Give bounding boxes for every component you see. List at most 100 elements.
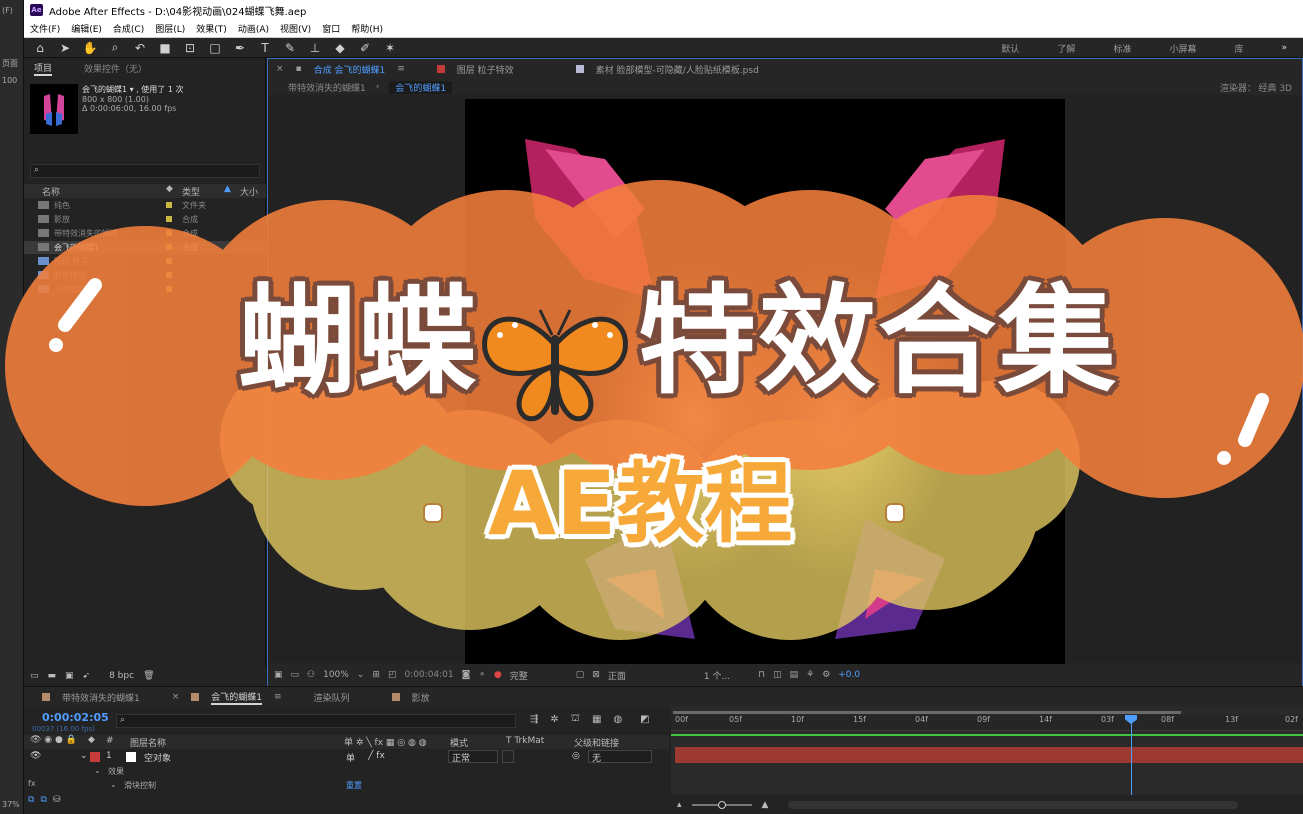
close-icon[interactable]: ×	[172, 692, 180, 702]
always-preview-icon[interactable]: ▣	[274, 670, 283, 680]
layer-row[interactable]: 👁 ⌄ 1 空对象 单 ╱ fx 正常 ◎ 无	[24, 749, 669, 765]
time-ruler[interactable]: 00f 05f 10f 15f 04f 09f 14f 03f 08f 13f …	[671, 715, 1303, 731]
pen-tool-icon[interactable]: ✒	[232, 40, 248, 56]
snapshot-region-icon[interactable]: ◰	[388, 670, 397, 680]
timeline-graph[interactable]: 00f 05f 10f 15f 04f 09f 14f 03f 08f 13f …	[671, 707, 1303, 814]
roto-brush-tool-icon[interactable]: ✐	[357, 40, 373, 56]
flow-current-comp[interactable]: 会飞的蝴蝶1	[389, 80, 453, 94]
view-select[interactable]: 正面	[608, 669, 626, 682]
effects-group-row[interactable]: ⌄ 效果	[24, 765, 669, 779]
color-channel-icon[interactable]: ●	[494, 670, 502, 680]
selection-tool-icon[interactable]: ➤	[57, 40, 73, 56]
timeline-tab-4[interactable]: 影放	[412, 691, 430, 704]
toggle-pixel-aspect-icon[interactable]: ⊓	[758, 670, 765, 680]
reset-exposure-icon[interactable]: ⚙	[822, 670, 830, 680]
clone-stamp-tool-icon[interactable]: ⊥	[307, 40, 323, 56]
project-item[interactable]: 图层 粒子	[24, 255, 266, 268]
flow-parent-comp[interactable]: 带特效消失的蝴蝶1	[288, 81, 366, 94]
project-search-input[interactable]: ⌕	[30, 164, 260, 178]
tab-composition[interactable]: 合成 会飞的蝴蝶1	[314, 63, 386, 76]
hand-tool-icon[interactable]: ✋	[82, 40, 98, 56]
menu-window[interactable]: 窗口	[322, 22, 340, 35]
menu-help[interactable]: 帮助(H)	[351, 22, 383, 35]
reset-link[interactable]: 重置	[346, 780, 362, 791]
draft-3d-icon[interactable]: ✲	[550, 714, 558, 725]
parent-select[interactable]: 无	[588, 750, 652, 764]
layer-label-color[interactable]	[90, 752, 100, 762]
menu-icon[interactable]: ≡	[397, 64, 405, 74]
timeline-link-icon[interactable]: ▤	[790, 670, 799, 680]
zoom-in-icon[interactable]: ▲	[762, 800, 769, 810]
camera-tool-icon[interactable]: ■	[157, 40, 173, 56]
layer-name[interactable]: 空对象	[144, 751, 171, 764]
project-item[interactable]: 人脸贴纸	[24, 283, 266, 296]
project-item[interactable]: 带特效消失的蝴蝶 合成	[24, 227, 266, 240]
current-time[interactable]: 0:00:04:01	[404, 670, 453, 680]
trash-icon[interactable]: 🗑	[143, 671, 154, 681]
tab-project[interactable]: 项目	[34, 61, 53, 76]
motion-blur-icon[interactable]: ◍	[613, 714, 622, 725]
workspace-standard[interactable]: 标准	[1113, 42, 1131, 55]
views-layout-select[interactable]: 1 个...	[704, 669, 730, 682]
tab-effect-controls[interactable]: 效果控件（无）	[84, 62, 147, 75]
timeline-tab-1[interactable]: 带特效消失的蝴蝶1	[62, 691, 140, 704]
show-snapshot-icon[interactable]: ⚬	[478, 670, 486, 680]
flowchart-icon[interactable]: ➹	[83, 671, 91, 681]
menu-icon[interactable]: ≡	[274, 692, 282, 702]
layer-search-input[interactable]: ⌕	[116, 714, 516, 728]
zoom-slider[interactable]	[691, 801, 752, 809]
pickwhip-icon[interactable]: ◎	[572, 751, 580, 761]
eraser-tool-icon[interactable]: ◆	[332, 40, 348, 56]
playhead-line[interactable]	[1131, 717, 1132, 795]
column-trkmat[interactable]: T TrkMat	[506, 736, 544, 746]
flowchart-icon[interactable]: ⚘	[806, 670, 814, 680]
new-folder-icon[interactable]: ▬	[48, 671, 57, 681]
column-type[interactable]: 类型	[182, 185, 200, 198]
menu-file[interactable]: 文件(F)	[30, 22, 60, 35]
project-item[interactable]: 影放 合成	[24, 213, 266, 226]
trkmat-select[interactable]	[502, 750, 514, 763]
shy-switch-icon[interactable]: 单	[346, 751, 355, 764]
column-size[interactable]: 大小	[240, 185, 258, 198]
composition-canvas[interactable]	[465, 99, 1065, 665]
menu-animation[interactable]: 动画(A)	[238, 22, 269, 35]
expand-chevron-icon[interactable]: ⌄	[80, 751, 88, 761]
fit-icon[interactable]: ⊞	[372, 670, 380, 680]
render-time-icon[interactable]: ⛁	[53, 795, 61, 805]
rotate-tool-icon[interactable]: ↶	[132, 40, 148, 56]
bpc-toggle[interactable]: 8 bpc	[109, 671, 134, 681]
expand-chevron-icon[interactable]: ⌄	[94, 766, 101, 775]
rectangle-tool-icon[interactable]: □	[207, 40, 223, 56]
menu-effect[interactable]: 效果(T)	[196, 22, 227, 35]
interpret-footage-icon[interactable]: ▭	[30, 671, 39, 681]
column-layer-name[interactable]: 图层名称	[130, 736, 166, 749]
project-item[interactable]: 脸部模型	[24, 269, 266, 282]
puppet-tool-icon[interactable]: ✶	[382, 40, 398, 56]
timeline-scrollbar[interactable]	[788, 801, 1239, 809]
workspace-default[interactable]: 默认	[1001, 42, 1019, 55]
comp-mini-flowchart-icon[interactable]: ⇶	[530, 714, 538, 725]
home-icon[interactable]: ⌂	[32, 40, 48, 56]
current-timecode[interactable]: 0:00:02:05	[42, 711, 109, 724]
hide-shy-layers-icon[interactable]: ⛫	[571, 713, 580, 726]
toggle-switches-icon[interactable]: ⧉	[28, 795, 34, 805]
layer-duration-bar[interactable]	[675, 747, 1303, 763]
frame-blending-icon[interactable]: ▦	[592, 714, 601, 725]
lock-icon[interactable]: ▪	[296, 64, 302, 74]
renderer-value[interactable]: 经典 3D	[1258, 81, 1292, 94]
timeline-tab-2[interactable]: 会飞的蝴蝶1	[211, 690, 263, 705]
more-workspaces-icon[interactable]: »	[1281, 43, 1287, 53]
menu-composition[interactable]: 合成(C)	[113, 22, 144, 35]
close-icon[interactable]: ×	[276, 64, 284, 74]
visibility-eye-icon[interactable]: 👁	[30, 751, 41, 761]
blend-mode-select[interactable]: 正常	[448, 750, 498, 764]
mask-visibility-icon[interactable]: ⚇	[307, 670, 315, 680]
transparency-grid-icon[interactable]: ⊠	[592, 670, 600, 680]
fast-preview-icon[interactable]: ◫	[773, 670, 782, 680]
menu-layer[interactable]: 图层(L)	[155, 22, 185, 35]
tab-layer[interactable]: 图层 粒子特效	[457, 63, 514, 76]
tab-footage[interactable]: 素材 脸部模型-可隐藏/人脸贴纸模板.psd	[596, 63, 759, 76]
workspace-libraries[interactable]: 库	[1234, 42, 1243, 55]
menu-edit[interactable]: 编辑(E)	[71, 22, 102, 35]
zoom-tool-icon[interactable]: ⌕	[107, 40, 123, 56]
